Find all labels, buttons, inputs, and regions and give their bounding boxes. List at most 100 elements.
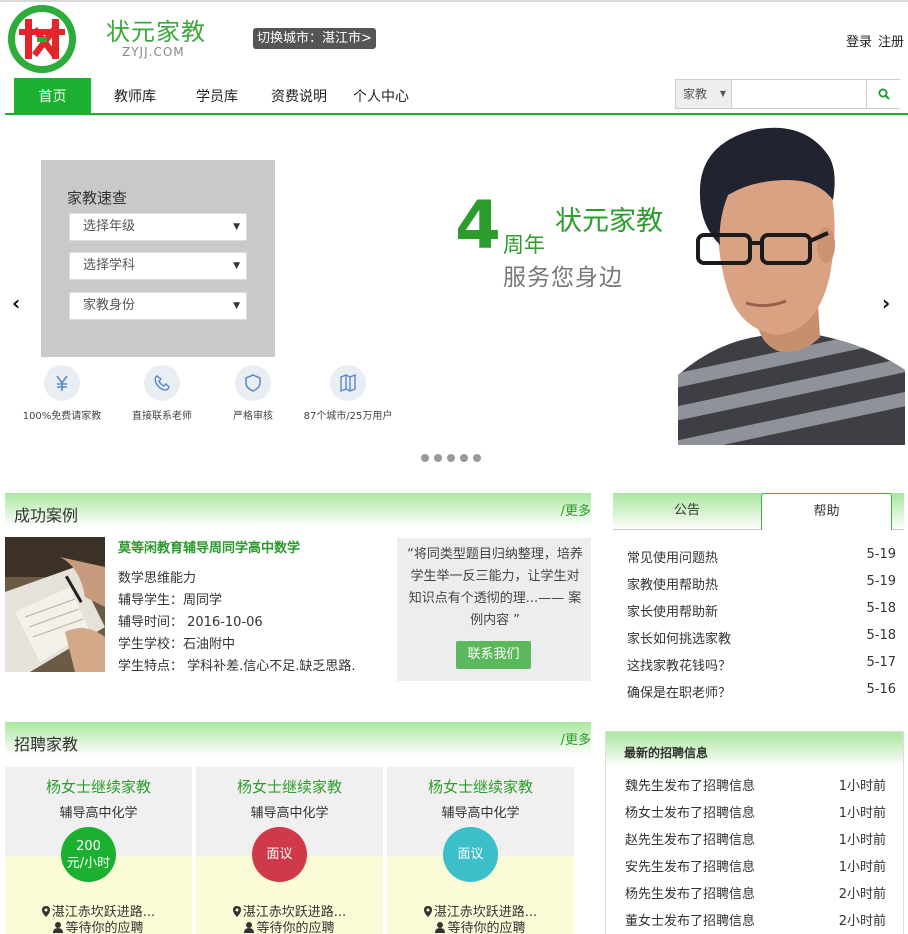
- success-more-link[interactable]: /更多: [561, 500, 591, 519]
- notice-item[interactable]: 这找家教花钱吗？ 5-17: [627, 655, 896, 674]
- price-badge: 200 元/小时: [61, 827, 116, 882]
- case-detail-line: 学生特点： 学科补差.信心不足.缺乏思路.: [118, 659, 356, 674]
- card-status-text: 等待你的应聘: [65, 921, 144, 934]
- contact-us-button[interactable]: 联系我们: [456, 641, 531, 669]
- top-border: [0, 0, 908, 2]
- card-status: 等待你的应聘: [387, 917, 574, 934]
- nav-item-profile[interactable]: 个人中心: [345, 78, 417, 113]
- identity-select-label: 家教身份: [83, 298, 136, 313]
- latest-recruit-item[interactable]: 赵先生发布了招聘信息 1小时前: [625, 829, 886, 848]
- latest-item-time: 2小时前: [838, 887, 886, 902]
- card-title[interactable]: 杨女士继续家教: [196, 776, 383, 797]
- subject-select[interactable]: 选择学科 ▼: [69, 252, 247, 280]
- grade-select-label: 选择年级: [83, 219, 136, 234]
- success-section-header: 成功案例 /更多: [5, 493, 591, 527]
- logo[interactable]: [8, 5, 76, 73]
- nav-item-home[interactable]: 首页: [14, 78, 91, 113]
- card-status-text: 等待你的应聘: [256, 921, 335, 934]
- register-link[interactable]: 注册: [878, 35, 904, 50]
- identity-select[interactable]: 家教身份 ▼: [69, 292, 247, 320]
- prev-arrow-icon[interactable]: ‹: [12, 291, 20, 315]
- quick-search-panel: 家教速查 选择年级 ▼ 选择学科 ▼ 家教身份 ▼: [41, 160, 275, 357]
- carousel-dot[interactable]: [421, 454, 429, 462]
- notice-item[interactable]: 家教使用帮助热 5-19: [627, 574, 896, 593]
- carousel-dots: [421, 451, 486, 466]
- caret-down-icon: ▼: [233, 261, 240, 271]
- notice-item[interactable]: 家长使用帮助新 5-18: [627, 601, 896, 620]
- notice-tabs: 公告 帮助: [613, 493, 904, 530]
- card-subject: 辅导高中化学: [441, 806, 520, 821]
- latest-recruit-item[interactable]: 魏先生发布了招聘信息 1小时前: [625, 775, 886, 794]
- notice-item-title: 家长如何挑选家教: [627, 632, 732, 647]
- notice-item-date: 5-18: [866, 601, 896, 616]
- case-detail-line: 辅导学生：周同学: [118, 593, 223, 608]
- feature-verify: 严格审核: [213, 365, 293, 422]
- search-input[interactable]: [733, 80, 866, 108]
- recruit-card[interactable]: 杨女士继续家教 辅导高中化学 面议 湛江赤坎跃进路... 等待你的应聘: [387, 767, 574, 934]
- search-category-select[interactable]: 家教 ▼: [676, 80, 732, 108]
- price-unit: 元/小时: [66, 855, 111, 871]
- latest-recruit-item[interactable]: 安先生发布了招聘信息 1小时前: [625, 856, 886, 875]
- location-icon: [41, 906, 50, 917]
- caret-down-icon: ▼: [233, 222, 240, 232]
- nav-item-teachers[interactable]: 教师库: [105, 78, 165, 113]
- latest-item-text: 魏先生发布了招聘信息: [625, 779, 756, 794]
- carousel-dot[interactable]: [473, 454, 481, 462]
- card-title[interactable]: 杨女士继续家教: [5, 776, 192, 797]
- search-button[interactable]: [866, 80, 900, 108]
- recruit-card[interactable]: 杨女士继续家教 辅导高中化学 面议 湛江赤坎跃进路... 等待你的应聘: [196, 767, 383, 934]
- card-status: 等待你的应聘: [196, 917, 383, 934]
- notice-item-date: 5-19: [866, 547, 896, 562]
- teacher-photo: [678, 127, 905, 445]
- recruit-card[interactable]: 杨女士继续家教 辅导高中化学 200 元/小时 湛江赤坎跃进路... 等待你的应…: [5, 767, 192, 934]
- latest-recruit-item[interactable]: 董女士发布了招聘信息 2小时前: [625, 910, 886, 929]
- feature-contact: 直接联系老师: [116, 365, 208, 422]
- slogan-brand: 状元家教: [555, 206, 663, 237]
- latest-item-time: 1小时前: [838, 779, 886, 794]
- anniversary-number: 4: [455, 187, 501, 264]
- notice-item[interactable]: 确保是在职老师？ 5-16: [627, 682, 896, 701]
- case-title-link[interactable]: 莫等闲教育辅导周同学高中数学: [118, 537, 300, 556]
- feature-cities: 87个城市/25万用户: [298, 365, 398, 422]
- carousel-dot[interactable]: [460, 454, 468, 462]
- banner-slider: ‹ › 家教速查 选择年级 ▼ 选择学科 ▼ 家教身份 ▼ 100%免费请家教 直接联…: [0, 125, 908, 445]
- case-quote-box: “将同类型题目归纳整理，培养学生举一反三能力，让学生对知识点有个透彻的理...—…: [397, 538, 591, 681]
- caret-down-icon: ▼: [719, 89, 726, 98]
- tab-notice[interactable]: 公告: [613, 493, 761, 530]
- notice-item-date: 5-17: [866, 655, 896, 670]
- notice-item-title: 常见使用问题热: [627, 551, 719, 566]
- tab-help[interactable]: 帮助: [761, 493, 892, 530]
- user-icon: [435, 922, 446, 933]
- login-link[interactable]: 登录: [846, 35, 872, 50]
- nav-item-pricing[interactable]: 资费说明: [263, 78, 335, 113]
- user-icon: [244, 922, 255, 933]
- anniversary-label: 周年: [503, 233, 545, 257]
- nav-item-students[interactable]: 学员库: [187, 78, 247, 113]
- notice-item[interactable]: 家长如何挑选家教 5-18: [627, 628, 896, 647]
- price-badge: 面议: [252, 827, 307, 882]
- case-quote-text: “将同类型题目归纳整理，培养学生举一反三能力，让学生对知识点有个透彻的理...—…: [407, 547, 583, 628]
- latest-item-text: 董女士发布了招聘信息: [625, 914, 756, 929]
- latest-recruit-item[interactable]: 杨女士发布了招聘信息 1小时前: [625, 802, 886, 821]
- case-detail-line: 辅导时间： 2016-10-06: [118, 615, 263, 630]
- carousel-dot[interactable]: [447, 454, 455, 462]
- card-title[interactable]: 杨女士继续家教: [387, 776, 574, 797]
- recruit-more-link[interactable]: /更多: [561, 729, 591, 748]
- notice-item[interactable]: 常见使用问题热 5-19: [627, 547, 896, 566]
- latest-recruit-item[interactable]: 杨先生发布了招聘信息 2小时前: [625, 883, 886, 902]
- grade-select[interactable]: 选择年级 ▼: [69, 213, 247, 241]
- carousel-dot[interactable]: [434, 454, 442, 462]
- map-icon: [330, 365, 366, 401]
- user-icon: [53, 922, 64, 933]
- phone-icon: [144, 365, 180, 401]
- search-bar: 家教 ▼: [675, 79, 900, 109]
- feature-label: 直接联系老师: [132, 411, 192, 422]
- latest-item-time: 2小时前: [838, 914, 886, 929]
- card-subject: 辅导高中化学: [250, 806, 329, 821]
- auth-links: 登录 注册: [840, 31, 904, 50]
- notice-item-title: 家教使用帮助热: [627, 578, 719, 593]
- brand-name[interactable]: 状元家教: [106, 12, 206, 47]
- city-switch-button[interactable]: 切换城市：湛江市>: [253, 28, 376, 49]
- card-subject: 辅导高中化学: [59, 806, 138, 821]
- case-photo[interactable]: [5, 537, 105, 672]
